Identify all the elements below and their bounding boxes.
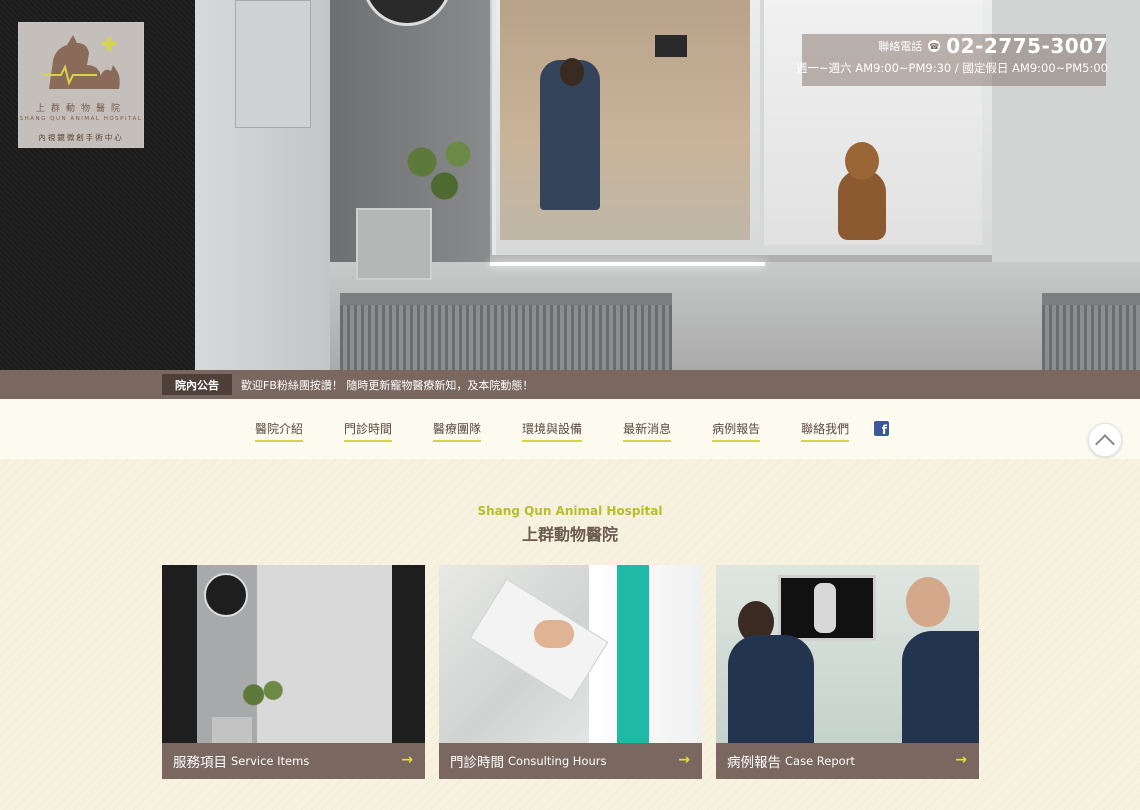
card-consulting-hours[interactable]: 門診時間 Consulting Hours →: [439, 565, 702, 779]
doctor-scrub: [617, 565, 649, 743]
nav-item-facilities[interactable]: 環境與設備: [522, 420, 583, 442]
xray-image: [814, 583, 836, 633]
notice-badge: 院內公告: [162, 374, 232, 395]
plant-pot: [212, 717, 252, 743]
card-case-report[interactable]: 病例報告 Case Report →: [716, 565, 979, 779]
section-title: 上群動物醫院: [521, 525, 618, 544]
card-title-en: Case Report: [785, 754, 855, 768]
facebook-icon[interactable]: f: [874, 421, 889, 436]
clinic-sign: [204, 573, 248, 617]
phone-icon: ☎: [928, 40, 941, 52]
phone-label: 聯絡電話: [878, 40, 923, 53]
card-image-doctor-clipboard: [439, 565, 702, 743]
chevron-up-icon: [1095, 433, 1115, 454]
card-image-clinic-entrance: [162, 565, 425, 743]
card-title-zh: 服務項目: [173, 755, 227, 771]
nav-item-clinic-hours[interactable]: 門診時間: [344, 420, 393, 442]
card-caption: 服務項目 Service Items →: [162, 743, 425, 779]
hero-bench-right: [1042, 293, 1140, 370]
arrow-right-icon: →: [401, 752, 413, 768]
vet-assistant: [728, 635, 814, 743]
contact-info: 聯絡電話 ☎ 02-2775-3007 週一~週六 AM9:00~PM9:30 …: [796, 34, 1108, 76]
arrow-right-icon: →: [955, 752, 967, 768]
main-section: Shang Qun Animal Hospital 上群動物醫院 服務項目 Se…: [0, 459, 1140, 810]
hero-dog-head: [845, 142, 879, 180]
hero-floor-light: [490, 262, 765, 266]
phone-number[interactable]: 02-2775-3007: [946, 34, 1108, 58]
section-subtitle: Shang Qun Animal Hospital: [477, 504, 663, 518]
logo-tagline: 內視鏡微創手術中心: [38, 133, 124, 142]
dog-cat-logo-icon: [43, 35, 120, 89]
hero-wall-panel: [235, 0, 311, 128]
arrow-right-icon: →: [678, 752, 690, 768]
hero-doctor-head: [560, 58, 584, 86]
nav-item-news[interactable]: 最新消息: [623, 420, 672, 442]
site-logo[interactable]: 上群動物醫院 SHANG QUN ANIMAL HOSPITAL 內視鏡微創手術…: [18, 22, 144, 148]
veterinarian: [902, 631, 979, 743]
card-image-xray-review: [716, 565, 979, 743]
card-caption: 門診時間 Consulting Hours →: [439, 743, 702, 779]
card-title-en: Consulting Hours: [508, 754, 607, 768]
doctor-hand: [534, 620, 574, 648]
opening-hours: 週一~週六 AM9:00~PM9:30 / 國定假日 AM9:00~PM5:00: [796, 61, 1108, 75]
card-title-en: Service Items: [231, 754, 310, 768]
hero-monitor: [655, 35, 687, 57]
back-to-top-button[interactable]: [1088, 423, 1122, 457]
card-caption: 病例報告 Case Report →: [716, 743, 979, 779]
plant: [234, 675, 290, 719]
veterinarian-head: [906, 577, 950, 627]
nav-list: 醫院介紹 門診時間 醫療團隊 環境與設備 最新消息 病例報告 聯絡我們: [255, 420, 890, 442]
nav-item-hospital-intro[interactable]: 醫院介紹: [255, 420, 304, 442]
notice-bar: 院內公告 歡迎FB粉絲團按讚！ 隨時更新寵物醫療新知，及本院動態！: [0, 370, 1140, 399]
logo-name-zh: 上群動物醫院: [35, 104, 126, 114]
card-title-zh: 門診時間: [450, 755, 504, 771]
hero-bench: [340, 293, 672, 370]
logo-name-en: SHANG QUN ANIMAL HOSPITAL: [19, 116, 143, 122]
hero-dog: [838, 170, 886, 240]
card-service-items[interactable]: 服務項目 Service Items →: [162, 565, 425, 779]
notice-text[interactable]: 歡迎FB粉絲團按讚！ 隨時更新寵物醫療新知，及本院動態！: [241, 377, 533, 393]
main-nav: 醫院介紹 門診時間 醫療團隊 環境與設備 最新消息 病例報告 聯絡我們 f: [0, 399, 1140, 459]
nav-item-medical-team[interactable]: 醫療團隊: [433, 420, 482, 442]
nav-item-contact[interactable]: 聯絡我們: [801, 420, 850, 442]
hero-plant: [395, 130, 485, 210]
nav-item-case-reports[interactable]: 病例報告: [712, 420, 761, 442]
card-title-zh: 病例報告: [727, 755, 781, 771]
hero-plant-pot: [356, 208, 432, 280]
hero-exam-room: [500, 0, 750, 240]
